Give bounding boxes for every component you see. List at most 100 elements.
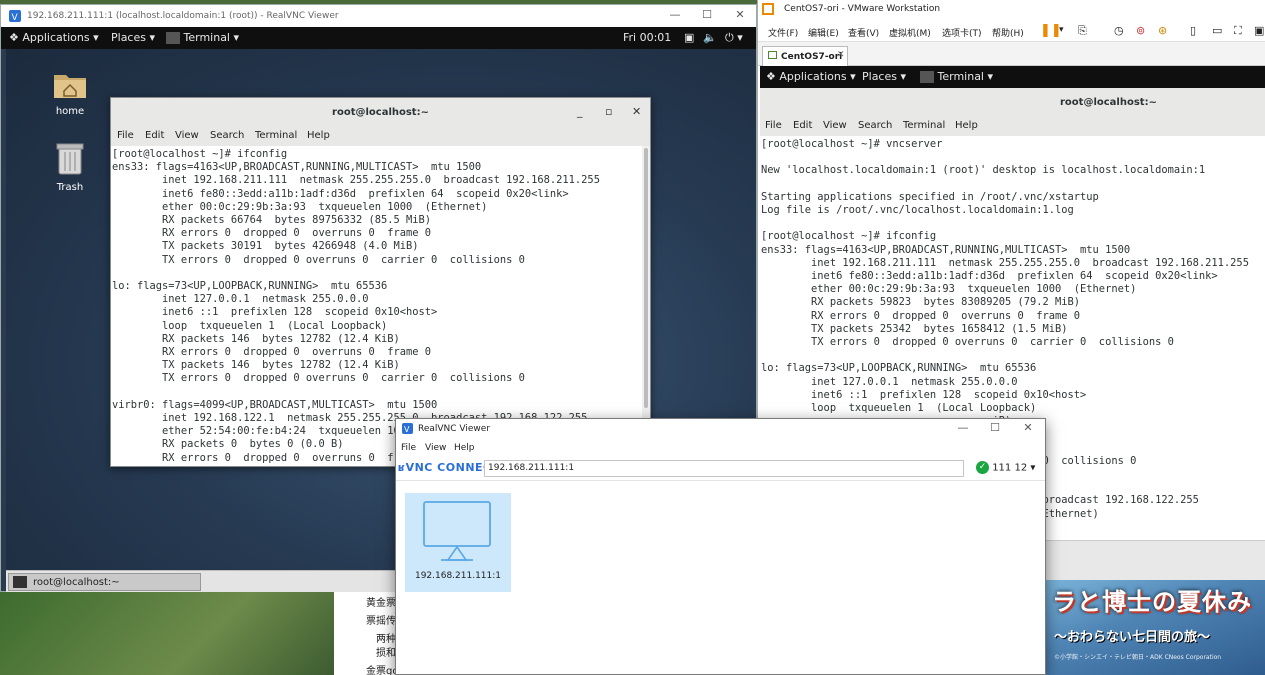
- desktop-icon-home[interactable]: home: [40, 69, 100, 117]
- taskbar-item-terminal[interactable]: root@localhost:~: [8, 573, 201, 591]
- vmware-titlebar[interactable]: CentOS7-ori - VMware Workstation: [758, 0, 1265, 20]
- connection-label: 192.168.211.111:1: [414, 571, 502, 581]
- close-tab-icon[interactable]: ✕: [837, 50, 845, 60]
- check-icon: ✓: [976, 461, 989, 474]
- minimize-button[interactable]: —: [952, 421, 974, 437]
- menu-file[interactable]: File: [765, 120, 782, 131]
- window-title: 192.168.211.111:1 (localhost.localdomain…: [27, 11, 339, 21]
- trash-icon: [56, 143, 84, 175]
- menu-view[interactable]: View: [823, 120, 847, 131]
- clock[interactable]: Fri 00:01: [623, 31, 671, 44]
- menu-edit[interactable]: 编辑(E): [808, 26, 839, 39]
- vmware-app-icon: [762, 3, 774, 15]
- terminal-menu[interactable]: Terminal ▾: [920, 70, 993, 83]
- volume-icon[interactable]: 🔈: [703, 31, 717, 44]
- banner-subtitle: ～おわらない七日間の旅～: [1054, 630, 1211, 645]
- gnome-top-bar: ❖ Applications ▾ Places ▾ Terminal ▾ Fri…: [1, 27, 756, 49]
- gnome-foot-icon: ❖: [766, 70, 776, 83]
- terminal-title: root@localhost:~: [1060, 97, 1157, 108]
- minimize-button[interactable]: —: [664, 8, 686, 24]
- banner-title: ラと博士の夏休み: [1052, 588, 1252, 616]
- tab-centos7-ori[interactable]: CentOS7-ori ✕: [762, 46, 848, 66]
- banner-credit: ©小学館・シンエイ・テレビ朝日・ADK CNeos Corporation: [1054, 654, 1222, 661]
- menu-file[interactable]: File: [117, 130, 134, 141]
- realvnc-menubar: File View Help: [396, 439, 1045, 457]
- minimize-button[interactable]: _: [577, 105, 583, 118]
- svg-text:V: V: [12, 13, 19, 22]
- gnome-foot-icon: ❖: [9, 31, 19, 44]
- background-webpage-panel: 黄金票 票摇传 两种 损和 金票go: [334, 590, 399, 675]
- dropdown-icon[interactable]: ▾: [1059, 25, 1064, 35]
- snapshot-icon[interactable]: ◷: [1114, 24, 1124, 37]
- background-text: 黄金票: [366, 598, 396, 609]
- menu-view[interactable]: View: [175, 130, 199, 141]
- menu-vm[interactable]: 虚拟机(M): [889, 26, 931, 39]
- vnc-app-icon: V: [9, 10, 21, 22]
- desktop-icon-trash[interactable]: Trash: [40, 141, 100, 193]
- menu-edit[interactable]: Edit: [793, 120, 812, 131]
- revert-snapshot-icon[interactable]: ⊚: [1136, 24, 1145, 37]
- menu-edit[interactable]: Edit: [145, 130, 164, 141]
- vnc-app-icon: V: [402, 423, 413, 434]
- menu-file[interactable]: 文件(F): [768, 26, 798, 39]
- send-ctrl-alt-del-icon[interactable]: ⎘: [1078, 24, 1087, 38]
- maximize-button[interactable]: ☐: [984, 421, 1006, 437]
- menu-help[interactable]: Help: [307, 130, 330, 141]
- places-menu[interactable]: Places ▾: [862, 70, 906, 83]
- realvnc-viewer-window[interactable]: V RealVNC Viewer — ☐ ✕ File View Help ʁV…: [395, 418, 1046, 675]
- address-input[interactable]: 192.168.211.111:1: [484, 460, 964, 477]
- menu-help[interactable]: Help: [454, 443, 475, 453]
- menu-tabs[interactable]: 选项卡(T): [942, 26, 982, 39]
- menu-file[interactable]: File: [401, 443, 416, 453]
- places-menu[interactable]: Places ▾: [111, 31, 155, 44]
- power-icon[interactable]: ⏻ ▾: [725, 31, 743, 45]
- console-view-icon[interactable]: ▭: [1212, 24, 1222, 37]
- background-text: 损和: [376, 648, 396, 659]
- realvnc-titlebar[interactable]: V RealVNC Viewer — ☐ ✕: [396, 419, 1045, 439]
- connection-thumbnail[interactable]: 192.168.211.111:1: [405, 493, 511, 592]
- terminal-menu[interactable]: Terminal ▾: [166, 31, 239, 44]
- terminal-titlebar[interactable]: root@localhost:~: [760, 88, 1265, 116]
- library-view-icon[interactable]: ▯: [1190, 24, 1196, 37]
- close-button[interactable]: ✕: [1017, 421, 1039, 437]
- vmware-tabbar: CentOS7-ori ✕: [758, 42, 1265, 66]
- desktop-icon-label: Trash: [56, 182, 84, 193]
- unity-icon[interactable]: ▣: [1254, 24, 1264, 37]
- terminal-menubar: File Edit View Search Terminal Help: [760, 116, 1265, 136]
- tab-label: CentOS7-ori: [781, 52, 843, 62]
- window-title: CentOS7-ori - VMware Workstation: [784, 4, 941, 14]
- terminal-icon: [920, 71, 934, 83]
- terminal-titlebar[interactable]: root@localhost:~: [111, 98, 650, 126]
- terminal-title: root@localhost:~: [332, 107, 429, 118]
- svg-text:V: V: [404, 425, 410, 434]
- close-button[interactable]: ✕: [729, 8, 751, 24]
- background-text: 票摇传: [366, 616, 396, 627]
- sign-in-button[interactable]: ✓ 111 12 ▾: [976, 461, 1035, 474]
- screen-icon[interactable]: ▣: [684, 31, 694, 44]
- terminal-icon: [13, 576, 27, 588]
- menu-help[interactable]: Help: [955, 120, 978, 131]
- background-text: 两种: [376, 634, 396, 645]
- background-text: 金票go: [366, 666, 399, 675]
- fullscreen-icon[interactable]: ⛶: [1234, 24, 1242, 38]
- maximize-button[interactable]: ▫: [605, 105, 612, 118]
- maximize-button[interactable]: ☐: [696, 8, 718, 24]
- anime-banner: ラと博士の夏休み ～おわらない七日間の旅～ ©小学館・シンエイ・テレビ朝日・AD…: [1048, 582, 1262, 672]
- menu-terminal[interactable]: Terminal: [255, 130, 297, 141]
- menu-help[interactable]: 帮助(H): [992, 26, 1024, 39]
- terminal-icon: [166, 32, 180, 44]
- applications-menu[interactable]: ❖ Applications ▾: [766, 70, 856, 83]
- vm-icon: [768, 51, 777, 59]
- applications-menu[interactable]: ❖ Applications ▾: [9, 31, 99, 44]
- menu-view[interactable]: 查看(V): [848, 26, 879, 39]
- menu-search[interactable]: Search: [858, 120, 892, 131]
- menu-view[interactable]: View: [425, 443, 446, 453]
- window-title: RealVNC Viewer: [418, 424, 491, 434]
- menu-search[interactable]: Search: [210, 130, 244, 141]
- menu-terminal[interactable]: Terminal: [903, 120, 945, 131]
- terminal-window-vnc[interactable]: root@localhost:~ _ ▫ ✕ File Edit View Se…: [110, 97, 651, 467]
- close-button[interactable]: ✕: [632, 105, 641, 118]
- vnc-titlebar[interactable]: V 192.168.211.111:1 (localhost.localdoma…: [1, 5, 756, 27]
- vmware-menubar: 文件(F) 编辑(E) 查看(V) 虚拟机(M) 选项卡(T) 帮助(H) ❚❚…: [758, 20, 1265, 42]
- snapshot-manager-icon[interactable]: ⊛: [1158, 24, 1167, 37]
